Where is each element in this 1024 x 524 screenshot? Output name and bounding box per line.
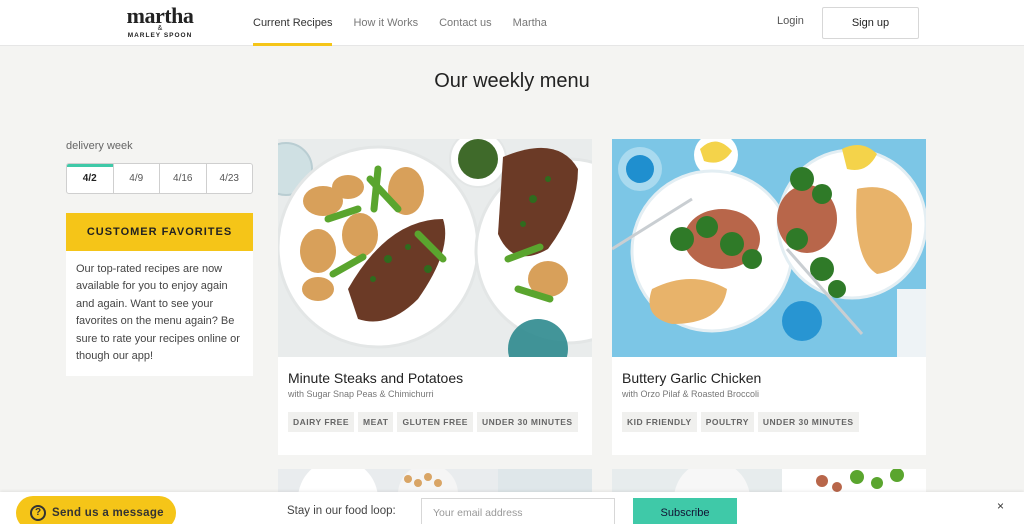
nav-martha[interactable]: Martha: [513, 0, 547, 46]
login-link[interactable]: Login: [777, 15, 804, 27]
tag-under-30-minutes: UNDER 30 MINUTES: [757, 412, 859, 432]
page-title: Our weekly menu: [434, 70, 590, 92]
tag-meat: MEAT: [358, 412, 394, 432]
tag-poultry: POULTRY: [700, 412, 754, 432]
logo-wordmark: martha: [126, 3, 194, 28]
tag-gluten-free: GLUTEN FREE: [397, 412, 473, 432]
recipe-image-steak[interactable]: [278, 139, 592, 357]
customer-favorites-title: CUSTOMER FAVORITES: [66, 213, 253, 251]
customer-favorites-text: Our top-rated recipes are now available …: [66, 251, 253, 376]
recipe-image-chicken[interactable]: [612, 139, 926, 357]
send-message-label: Send us a message: [52, 507, 164, 519]
recipe-card[interactable]: Buttery Garlic Chicken with Orzo Pilaf &…: [612, 139, 926, 455]
main-nav: Current Recipes How it Works Contact us …: [253, 0, 568, 46]
week-tab-4-2[interactable]: 4/2: [67, 164, 114, 193]
subscribe-button[interactable]: Subscribe: [633, 498, 737, 524]
recipe-subtitle: with Orzo Pilaf & Roasted Broccoli: [622, 389, 760, 399]
question-icon: ?: [30, 505, 46, 521]
nav-how-it-works[interactable]: How it Works: [353, 0, 418, 46]
week-tab-4-9[interactable]: 4/9: [114, 164, 160, 193]
close-icon[interactable]: ×: [997, 499, 1004, 513]
site-header: martha & MARLEY SPOON Current Recipes Ho…: [0, 0, 1024, 46]
recipe-title[interactable]: Buttery Garlic Chicken: [622, 370, 761, 386]
tag-dairy-free: DAIRY FREE: [288, 412, 355, 432]
logo-subtitle: MARLEY SPOON: [127, 32, 193, 39]
recipe-tags: KID FRIENDLY POULTRY UNDER 30 MINUTES: [622, 412, 863, 432]
newsletter-label: Stay in our food loop:: [287, 505, 396, 517]
delivery-week-label: delivery week: [66, 140, 133, 152]
recipe-card[interactable]: Minute Steaks and Potatoes with Sugar Sn…: [278, 139, 592, 455]
week-tab-4-23[interactable]: 4/23: [207, 164, 253, 193]
recipe-title[interactable]: Minute Steaks and Potatoes: [288, 370, 463, 386]
email-field[interactable]: [421, 498, 615, 524]
tag-kid-friendly: KID FRIENDLY: [622, 412, 697, 432]
logo[interactable]: martha & MARLEY SPOON: [124, 3, 196, 40]
recipe-subtitle: with Sugar Snap Peas & Chimichurri: [288, 389, 434, 399]
week-tab-4-16[interactable]: 4/16: [160, 164, 207, 193]
recipe-tags: DAIRY FREE MEAT GLUTEN FREE UNDER 30 MIN…: [288, 412, 582, 432]
tag-under-30-minutes: UNDER 30 MINUTES: [476, 412, 578, 432]
delivery-week-tabs: 4/2 4/9 4/16 4/23: [66, 163, 253, 194]
nav-contact-us[interactable]: Contact us: [439, 0, 492, 46]
send-message-button[interactable]: ? Send us a message: [16, 496, 176, 524]
signup-button[interactable]: Sign up: [822, 7, 919, 39]
nav-current-recipes[interactable]: Current Recipes: [253, 0, 333, 46]
